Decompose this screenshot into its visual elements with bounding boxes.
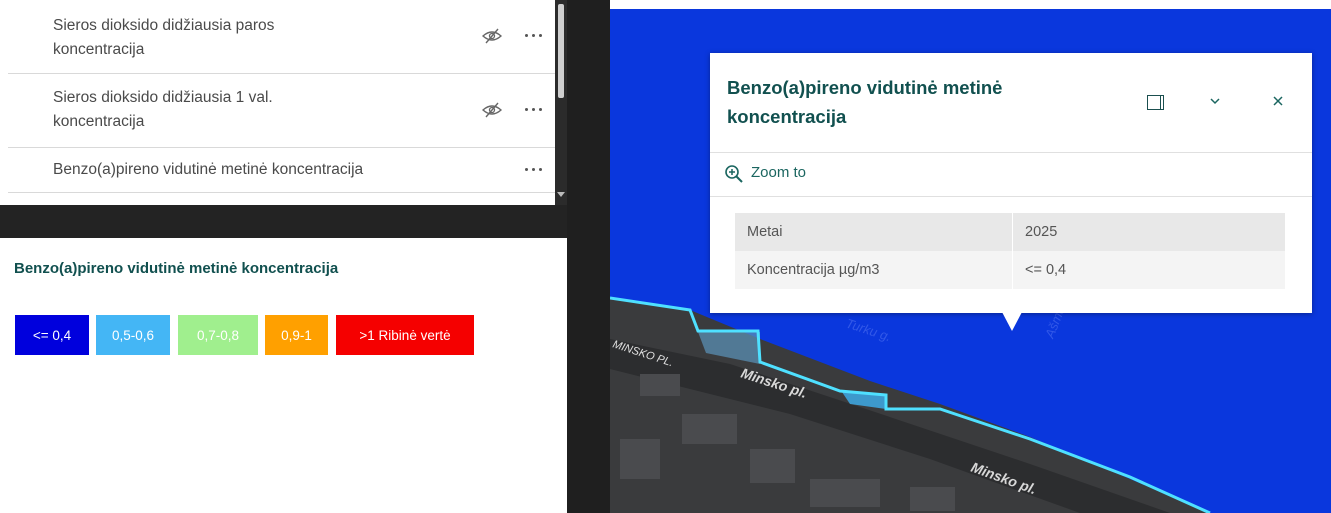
divider: [710, 196, 1312, 197]
legend-item: 0,9-1: [265, 315, 328, 355]
legend-item-label: <= 0,4: [32, 327, 72, 343]
panel-gutter: [567, 0, 610, 513]
layer-item-so2-daily[interactable]: Sieros dioksido didžiausia paros koncent…: [8, 0, 555, 74]
field-name: Metai: [735, 213, 1013, 251]
popup-title-line1: Benzo(a)pireno vidutinė metinė: [727, 77, 1003, 98]
popup-title: Benzo(a)pireno vidutinė metinė koncentra…: [727, 73, 1067, 131]
layer-label-line1: Sieros dioksido didžiausia 1 val.: [53, 89, 273, 106]
dock-icon[interactable]: [1147, 95, 1164, 110]
building: [750, 449, 795, 483]
legend-item: >1 Ribinė vertė: [336, 315, 474, 355]
layer-item-label: Sieros dioksido didžiausia 1 val. koncen…: [53, 86, 273, 134]
divider: [710, 152, 1312, 153]
field-name: Koncentracija µg/m3: [735, 251, 1013, 289]
legend-item-label: >1 Ribinė vertė: [359, 327, 451, 343]
field-value: 2025: [1012, 213, 1286, 251]
layer-list: Sieros dioksido didžiausia paros koncent…: [8, 0, 555, 205]
building: [910, 487, 955, 511]
layer-label-line2: koncentracija: [53, 41, 145, 58]
legend-item-label: 0,7-0,8: [196, 327, 240, 343]
attribute-table: Metai 2025 Koncentracija µg/m3 <= 0,4: [735, 213, 1286, 289]
zoom-to-button[interactable]: Zoom to: [751, 164, 806, 181]
panel-divider: [0, 205, 567, 238]
zoom-in-icon[interactable]: [724, 164, 744, 184]
more-options-icon[interactable]: [525, 168, 547, 174]
legend-item-label: 0,5-0,6: [111, 327, 155, 343]
legend-item-label: 0,9-1: [281, 327, 312, 343]
scrollbar-thumb[interactable]: [558, 4, 564, 98]
feature-popup: Benzo(a)pireno vidutinė metinė koncentra…: [710, 53, 1312, 313]
layer-label-line2: koncentracija: [53, 113, 145, 130]
popup-pointer: [1002, 312, 1022, 331]
building: [640, 374, 680, 396]
layer-item-label: Sieros dioksido didžiausia paros koncent…: [53, 14, 274, 62]
legend-title: Benzo(a)pireno vidutinė metinė koncentra…: [14, 260, 339, 277]
building: [810, 479, 880, 507]
visibility-off-icon[interactable]: [482, 102, 502, 118]
table-row: Metai 2025: [735, 213, 1286, 251]
field-value: <= 0,4: [1012, 251, 1286, 289]
popup-title-line2: koncentracija: [727, 106, 847, 127]
chevron-down-icon[interactable]: [1207, 93, 1223, 109]
close-icon[interactable]: [1270, 93, 1286, 109]
legend-item: 0,5-0,6: [96, 315, 170, 355]
building: [620, 439, 660, 479]
layer-panel: Sieros dioksido didžiausia paros koncent…: [0, 0, 567, 513]
legend-item: <= 0,4: [15, 315, 89, 355]
scroll-down-icon[interactable]: [557, 192, 565, 197]
layer-label-line1: Sieros dioksido didžiausia paros: [53, 17, 275, 34]
legend-panel: Benzo(a)pireno vidutinė metinė koncentra…: [0, 238, 567, 513]
visibility-off-icon[interactable]: [482, 28, 502, 44]
legend-item: 0,7-0,8: [178, 315, 258, 355]
more-options-icon[interactable]: [525, 108, 547, 114]
layer-item-benzo-a-pyrene[interactable]: Benzo(a)pireno vidutinė metinė koncentra…: [8, 148, 555, 193]
building: [682, 414, 737, 444]
layer-item-so2-hourly[interactable]: Sieros dioksido didžiausia 1 val. koncen…: [8, 74, 555, 148]
layer-item-label: Benzo(a)pireno vidutinė metinė koncentra…: [53, 161, 364, 178]
more-options-icon[interactable]: [525, 34, 547, 40]
table-row: Koncentracija µg/m3 <= 0,4: [735, 251, 1286, 289]
